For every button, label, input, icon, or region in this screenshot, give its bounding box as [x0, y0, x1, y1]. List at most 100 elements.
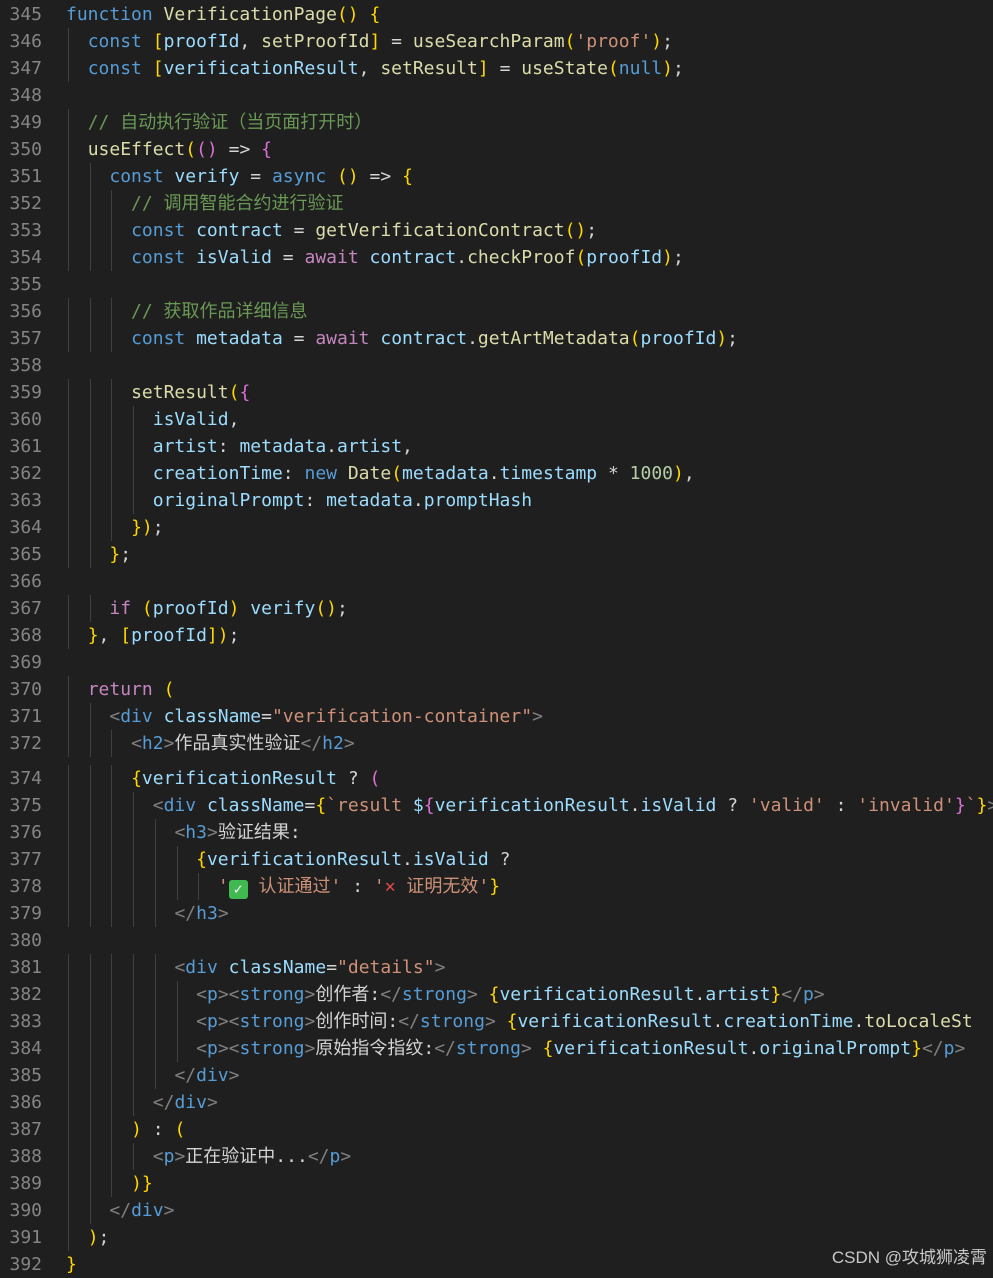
code-text: </div> — [152, 1092, 218, 1113]
code-line[interactable]: 370 return ( — [0, 676, 993, 703]
code-line[interactable]: 371 <div className="verification-contain… — [0, 703, 993, 730]
code-line[interactable]: 349 // 自动执行验证（当页面打开时） — [0, 109, 993, 136]
code-line[interactable]: 382 <p><strong>创作者:</strong> {verificati… — [0, 981, 993, 1008]
code-text: ) : ( — [131, 1119, 186, 1140]
line-number: 384 — [9, 1038, 42, 1059]
line-number: 364 — [9, 517, 42, 538]
line-number: 361 — [9, 436, 42, 457]
line-number: 349 — [9, 112, 42, 133]
code-line[interactable]: 369 — [0, 649, 993, 676]
code-line[interactable]: 381 <div className="details"> — [0, 954, 993, 981]
code-text: // 自动执行验证（当页面打开时） — [87, 112, 373, 133]
code-line[interactable]: 356 // 获取作品详细信息 — [0, 298, 993, 325]
cross-icon: ✕ — [384, 876, 396, 897]
line-number: 370 — [9, 679, 42, 700]
line-number: 377 — [9, 849, 42, 870]
code-text: <div className={`result ${verificationRe… — [152, 795, 993, 816]
code-text: ' ✓ 认证通过' : '✕ 证明无效'} — [217, 876, 501, 899]
code-text: <div className="details"> — [174, 957, 446, 978]
watermark: CSDN @攻城狮凌霄 — [831, 1248, 987, 1267]
code-line[interactable]: 365 }; — [0, 541, 993, 568]
line-number: 348 — [9, 85, 42, 106]
line-number: 347 — [9, 58, 42, 79]
code-text: {verificationResult.isValid ? — [196, 849, 511, 870]
code-line[interactable]: 380 — [0, 927, 993, 954]
code-line[interactable]: 368 }, [proofId]); — [0, 622, 993, 649]
code-text: <p>正在验证中...</p> — [152, 1146, 352, 1167]
code-line[interactable]: 362 creationTime: new Date(metadata.time… — [0, 460, 993, 487]
code-line[interactable]: 372 <h2>作品真实性验证</h2> — [0, 730, 993, 757]
code-text: </h3> — [174, 903, 229, 924]
line-number: 351 — [9, 166, 42, 187]
code-text: setResult({ — [131, 382, 251, 403]
code-text: // 调用智能合约进行验证 — [131, 193, 344, 214]
line-number: 382 — [9, 984, 42, 1005]
code-text: const [verificationResult, setResult] = … — [87, 58, 684, 79]
code-line[interactable]: 350 useEffect(() => { — [0, 136, 993, 163]
code-line[interactable]: 346 const [proofId, setProofId] = useSea… — [0, 28, 993, 55]
line-number: 363 — [9, 490, 42, 511]
line-number: 350 — [9, 139, 42, 160]
code-text: }, [proofId]); — [87, 625, 240, 646]
code-line[interactable]: 377 {verificationResult.isValid ? — [0, 846, 993, 873]
code-line[interactable]: 388 <p>正在验证中...</p> — [0, 1143, 993, 1170]
code-line[interactable]: 384 <p><strong>原始指令指纹:</strong> {verific… — [0, 1035, 993, 1062]
code-line[interactable]: 376 <h3>验证结果: — [0, 819, 993, 846]
code-text: const verify = async () => { — [109, 166, 413, 187]
code-line[interactable]: 348 — [0, 82, 993, 109]
code-text: const contract = getVerificationContract… — [131, 220, 598, 241]
code-line[interactable]: 378 ' ✓ 认证通过' : '✕ 证明无效'} — [0, 873, 993, 900]
code-line[interactable]: 387 ) : ( — [0, 1116, 993, 1143]
code-text: )} — [131, 1173, 153, 1194]
code-line[interactable]: 345 function VerificationPage() { — [0, 1, 993, 28]
code-text: <h3>验证结果: — [174, 822, 301, 843]
line-number: 389 — [9, 1173, 42, 1194]
line-number: 345 — [9, 4, 42, 25]
code-line[interactable]: 359 setResult({ — [0, 379, 993, 406]
line-number: 356 — [9, 301, 42, 322]
line-number: 388 — [9, 1146, 42, 1167]
code-line[interactable]: 351 const verify = async () => { — [0, 163, 993, 190]
line-number: 362 — [9, 463, 42, 484]
code-line[interactable]: 366 — [0, 568, 993, 595]
line-number: 390 — [9, 1200, 42, 1221]
code-line[interactable]: 354 const isValid = await contract.check… — [0, 244, 993, 271]
code-line[interactable]: 352 // 调用智能合约进行验证 — [0, 190, 993, 217]
code-line[interactable]: 375 <div className={`result ${verificati… — [0, 792, 993, 819]
code-line[interactable]: 386 </div> — [0, 1089, 993, 1116]
check-icon: ✓ — [228, 880, 248, 899]
code-line[interactable]: 364 }); — [0, 514, 993, 541]
line-number: 346 — [9, 31, 42, 52]
code-line[interactable]: 347 const [verificationResult, setResult… — [0, 55, 993, 82]
line-number: 353 — [9, 220, 42, 241]
code-line[interactable]: 360 isValid, — [0, 406, 993, 433]
code-text: const [proofId, setProofId] = useSearchP… — [87, 31, 673, 52]
code-line[interactable]: 353 const contract = getVerificationCont… — [0, 217, 993, 244]
code-line[interactable]: 385 </div> — [0, 1062, 993, 1089]
code-line[interactable]: 379 </h3> — [0, 900, 993, 927]
line-number: 387 — [9, 1119, 42, 1140]
code-text: const metadata = await contract.getArtMe… — [131, 328, 739, 349]
line-number: 379 — [9, 903, 42, 924]
code-editor[interactable]: 345 function VerificationPage() { 346 cons… — [0, 0, 993, 1276]
code-text: }; — [109, 544, 132, 565]
code-line[interactable]: 357 const metadata = await contract.getA… — [0, 325, 993, 352]
code-text: function VerificationPage() { — [66, 4, 381, 25]
code-line[interactable]: 383 <p><strong>创作时间:</strong> {verificat… — [0, 1008, 993, 1035]
code-line[interactable]: 355 — [0, 271, 993, 298]
code-text: useEffect(() => { — [87, 139, 272, 160]
code-line[interactable]: 367 if (proofId) verify(); — [0, 595, 993, 622]
code-text: isValid, — [152, 409, 240, 430]
code-line[interactable]: 374 {verificationResult ? ( — [0, 765, 993, 792]
code-line[interactable]: 358 — [0, 352, 993, 379]
code-line[interactable]: 389 )} — [0, 1170, 993, 1197]
line-number: 385 — [9, 1065, 42, 1086]
code-line[interactable]: 361 artist: metadata.artist, — [0, 433, 993, 460]
code-line[interactable]: 390 </div> — [0, 1197, 993, 1224]
line-number: 366 — [9, 571, 42, 592]
line-number: 374 — [9, 768, 42, 789]
code-text: artist: metadata.artist, — [152, 436, 413, 457]
code-line[interactable]: 363 originalPrompt: metadata.promptHash — [0, 487, 993, 514]
code-text: } — [66, 1254, 77, 1275]
code-text: </div> — [174, 1065, 240, 1086]
